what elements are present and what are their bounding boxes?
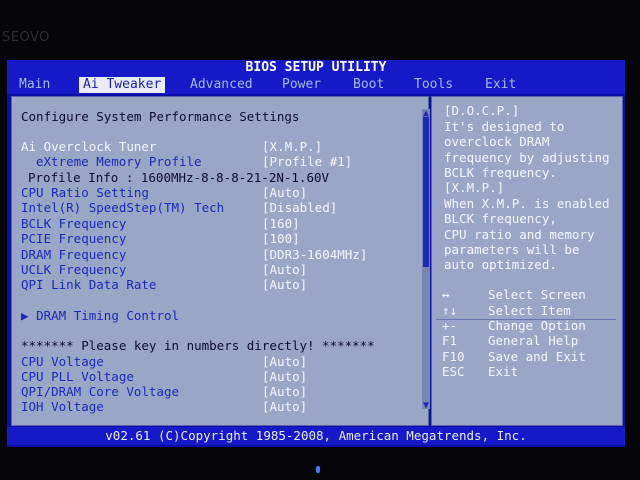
cpu-ratio-label[interactable]: CPU Ratio Setting <box>21 185 149 200</box>
help-line: [X.M.P.] <box>444 180 505 195</box>
help-line: BCLK frequency. <box>444 165 557 180</box>
cpu-pll-voltage-value[interactable]: [Auto] <box>262 369 307 384</box>
ioh-voltage-label[interactable]: IOH Voltage <box>21 399 104 414</box>
tab-advanced[interactable]: Advanced <box>190 77 254 93</box>
qpi-dram-voltage-label[interactable]: QPI/DRAM Core Voltage <box>21 384 179 399</box>
key-desc: Save and Exit <box>488 349 586 364</box>
dram-timing-label: DRAM Timing Control <box>36 308 180 323</box>
settings-panel: Configure System Performance Settings Ai… <box>11 96 430 426</box>
xmp-profile-value[interactable]: [Profile #1] <box>262 154 352 169</box>
key-esc: ESC <box>442 364 465 379</box>
numeric-entry-notice: ******* Please key in numbers directly! … <box>21 338 375 353</box>
bclk-frequency-value[interactable]: [160] <box>262 216 300 231</box>
speedstep-value[interactable]: [Disabled] <box>262 200 337 215</box>
scrollbar-thumb[interactable] <box>423 117 429 267</box>
uclk-frequency-value[interactable]: [Auto] <box>262 262 307 277</box>
cpu-voltage-value[interactable]: [Auto] <box>262 354 307 369</box>
monitor-brand-logo: SEOVO <box>2 30 50 45</box>
help-line: parameters will be <box>444 242 580 257</box>
tab-boot[interactable]: Boot <box>353 77 389 93</box>
pcie-frequency-label[interactable]: PCIE Frequency <box>21 231 126 246</box>
dram-timing-submenu[interactable]: ▶ DRAM Timing Control <box>21 308 179 323</box>
key-f1: F1 <box>442 333 458 348</box>
qpi-dram-voltage-value[interactable]: [Auto] <box>262 384 307 399</box>
copyright-footer: v02.61 (C)Copyright 1985-2008, American … <box>7 427 625 445</box>
help-panel: [D.O.C.P.] It's designed to overclock DR… <box>431 96 623 426</box>
ai-overclock-tuner-label[interactable]: Ai Overclock Tuner <box>21 139 156 154</box>
power-led-icon <box>316 466 320 473</box>
dram-frequency-value[interactable]: [DDR3-1604MHz] <box>262 247 367 262</box>
key-desc: Change Option <box>488 318 586 333</box>
cpu-pll-voltage-label[interactable]: CPU PLL Voltage <box>21 369 134 384</box>
bclk-frequency-label[interactable]: BCLK Frequency <box>21 216 126 231</box>
help-line: CPU ratio and memory <box>444 227 595 242</box>
help-line: frequency by adjusting <box>444 150 610 165</box>
qpi-link-label[interactable]: QPI Link Data Rate <box>21 277 156 292</box>
help-line: When X.M.P. is enabled <box>444 196 610 211</box>
pcie-frequency-value[interactable]: [100] <box>262 231 300 246</box>
tab-exit[interactable]: Exit <box>485 77 521 93</box>
submenu-arrow-icon: ▶ <box>21 308 29 323</box>
key-arrows-lr-icon: ↔ <box>442 287 450 302</box>
help-line: [D.O.C.P.] <box>444 103 520 118</box>
help-line: auto optimized. <box>444 257 557 272</box>
key-f10: F10 <box>442 349 465 364</box>
scroll-up-arrow-icon[interactable]: ▲ <box>422 109 430 119</box>
section-title: Configure System Performance Settings <box>21 109 300 124</box>
scroll-down-arrow-icon[interactable]: ▼ <box>422 401 430 411</box>
bios-title: BIOS SETUP UTILITY <box>7 60 625 76</box>
tab-power[interactable]: Power <box>282 77 326 93</box>
tab-ai-tweaker[interactable]: Ai Tweaker <box>79 77 165 93</box>
dram-frequency-label[interactable]: DRAM Frequency <box>21 247 126 262</box>
cpu-voltage-label[interactable]: CPU Voltage <box>21 354 104 369</box>
bios-screen: BIOS SETUP UTILITY Main Ai Tweaker Advan… <box>7 60 625 447</box>
cpu-ratio-value[interactable]: [Auto] <box>262 185 307 200</box>
uclk-frequency-label[interactable]: UCLK Frequency <box>21 262 126 277</box>
ai-overclock-tuner-value[interactable]: [X.M.P.] <box>262 139 322 154</box>
help-line: It's designed to <box>444 119 565 134</box>
tab-main[interactable]: Main <box>19 77 55 93</box>
qpi-link-value[interactable]: [Auto] <box>262 277 307 292</box>
menu-bar: Main Ai Tweaker Advanced Power Boot Tool… <box>7 76 625 94</box>
key-desc: General Help <box>488 333 579 348</box>
speedstep-label[interactable]: Intel(R) SpeedStep(TM) Tech <box>21 200 224 215</box>
key-desc: Select Item <box>488 303 571 318</box>
tab-tools[interactable]: Tools <box>414 77 458 93</box>
key-arrows-ud-icon: ↑↓ <box>442 303 458 318</box>
xmp-profile-label[interactable]: eXtreme Memory Profile <box>36 154 202 169</box>
profile-info: Profile Info : 1600MHz-8-8-8-21-2N-1.60V <box>28 170 330 185</box>
key-desc: Exit <box>488 364 519 379</box>
ioh-voltage-value[interactable]: [Auto] <box>262 399 307 414</box>
key-plus-minus: +- <box>442 318 458 333</box>
help-line: BLCK frequency, <box>444 211 557 226</box>
key-desc: Select Screen <box>488 287 586 302</box>
help-line: overclock DRAM <box>444 134 550 149</box>
